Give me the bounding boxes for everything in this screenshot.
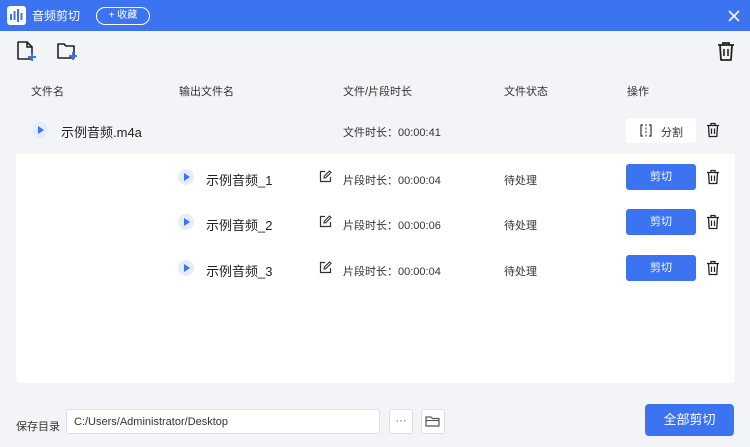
cut-button[interactable]: 剪切 — [626, 209, 696, 235]
split-icon — [640, 124, 652, 137]
source-file-name: 示例音频.m4a — [61, 125, 142, 140]
delete-clip-icon[interactable] — [706, 260, 720, 276]
split-button-label: 分割 — [661, 127, 683, 139]
add-folder-icon[interactable] — [56, 40, 78, 62]
header-action: 操作 — [627, 86, 649, 98]
delete-clip-icon[interactable] — [706, 169, 720, 185]
play-icon[interactable] — [178, 260, 194, 276]
clip-name: 示例音频_1 — [206, 173, 273, 188]
edit-icon[interactable] — [319, 261, 332, 274]
play-icon[interactable] — [178, 169, 194, 185]
header-duration: 文件/片段时长 — [343, 86, 413, 98]
toolbar — [0, 31, 750, 71]
file-list-panel: 文件名 输出文件名 文件/片段时长 文件状态 操作 示例音频.m4a 文件时长：… — [16, 71, 735, 383]
header-file-name: 文件名 — [31, 86, 64, 98]
more-icon: ··· — [395, 415, 407, 427]
open-folder-button[interactable] — [421, 409, 445, 434]
add-file-icon[interactable] — [15, 40, 37, 62]
table-header: 文件名 输出文件名 文件/片段时长 文件状态 操作 — [16, 71, 735, 107]
delete-file-icon[interactable] — [706, 122, 720, 138]
edit-icon[interactable] — [319, 170, 332, 183]
clip-duration: 片段时长：00:00:04 — [343, 266, 441, 278]
header-output-name: 输出文件名 — [179, 86, 234, 98]
clip-duration: 片段时长：00:00:06 — [343, 220, 441, 232]
browse-button[interactable]: ··· — [389, 409, 413, 434]
cut-all-button[interactable]: 全部剪切 — [645, 404, 734, 436]
title-bar: 音频剪切 + 收藏 — [0, 0, 750, 31]
favorite-button[interactable]: + 收藏 — [96, 7, 150, 25]
clip-duration: 片段时长：00:00:04 — [343, 175, 441, 187]
play-icon[interactable] — [32, 122, 48, 138]
clip-row: 示例音频_1 片段时长：00:00:04 待处理 剪切 — [16, 154, 735, 200]
source-file-row: 示例音频.m4a 文件时长：00:00:41 分割 — [16, 107, 735, 154]
clip-status: 待处理 — [504, 220, 537, 232]
cut-button[interactable]: 剪切 — [626, 255, 696, 281]
clip-row: 示例音频_2 片段时长：00:00:06 待处理 剪切 — [16, 200, 735, 246]
clip-name: 示例音频_3 — [206, 264, 273, 279]
delete-clip-icon[interactable] — [706, 214, 720, 230]
clip-status: 待处理 — [504, 175, 537, 187]
close-icon[interactable] — [724, 6, 744, 26]
trash-icon[interactable] — [715, 40, 737, 62]
header-status: 文件状态 — [504, 86, 548, 98]
footer-bar: 保存目录 ··· 全部剪切 — [0, 398, 750, 447]
split-button[interactable]: 分割 — [626, 118, 696, 143]
clip-row: 示例音频_3 片段时长：00:00:04 待处理 剪切 — [16, 246, 735, 292]
save-path-input[interactable] — [66, 409, 380, 434]
edit-icon[interactable] — [319, 215, 332, 228]
file-duration: 文件时长：00:00:41 — [343, 127, 441, 139]
cut-button[interactable]: 剪切 — [626, 164, 696, 190]
folder-icon — [425, 416, 440, 427]
app-logo-icon — [7, 6, 26, 25]
clip-name: 示例音频_2 — [206, 218, 273, 233]
clip-status: 待处理 — [504, 266, 537, 278]
window-title: 音频剪切 — [32, 9, 81, 23]
save-directory-label: 保存目录 — [16, 421, 60, 433]
play-icon[interactable] — [178, 214, 194, 230]
